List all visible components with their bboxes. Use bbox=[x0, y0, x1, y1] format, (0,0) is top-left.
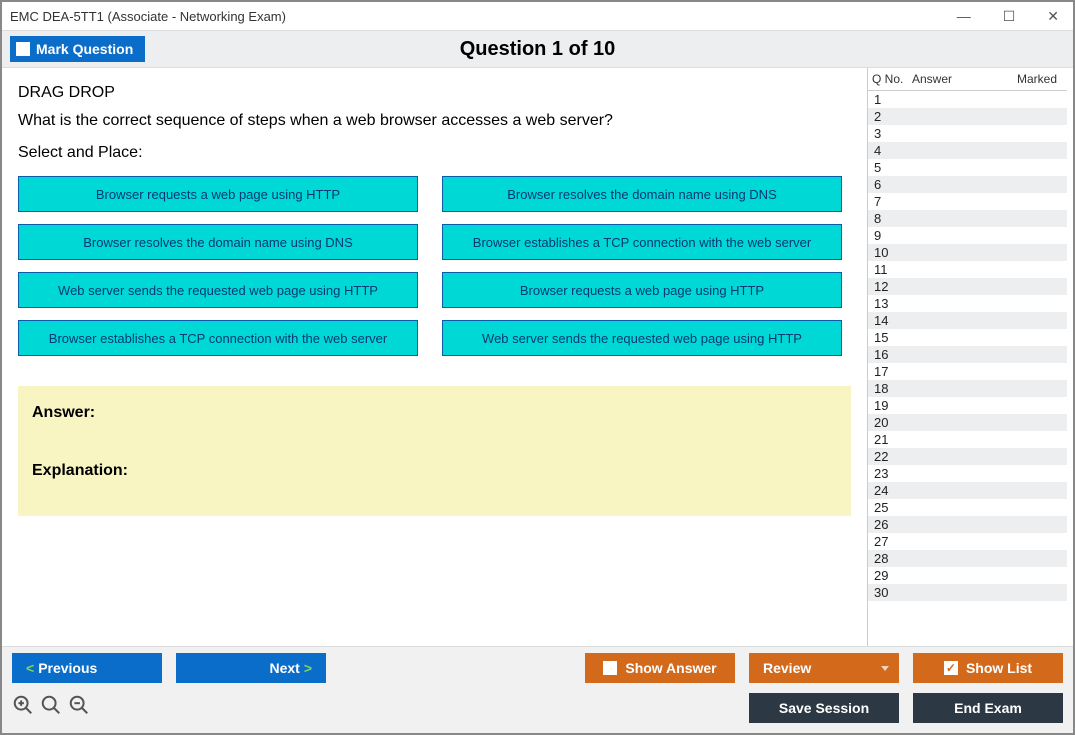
maximize-icon[interactable]: ☐ bbox=[997, 6, 1022, 27]
drag-target-column: Browser resolves the domain name using D… bbox=[442, 176, 842, 356]
question-type: DRAG DROP bbox=[18, 84, 851, 102]
question-list-row[interactable]: 17 bbox=[868, 363, 1067, 380]
checkbox-icon bbox=[16, 42, 30, 56]
drag-item[interactable]: Browser establishes a TCP connection wit… bbox=[18, 320, 418, 356]
drag-item[interactable]: Browser resolves the domain name using D… bbox=[18, 224, 418, 260]
drag-item[interactable]: Web server sends the requested web page … bbox=[18, 272, 418, 308]
col-answer: Answer bbox=[912, 72, 1011, 86]
top-bar: Mark Question Question 1 of 10 bbox=[2, 30, 1073, 68]
chevron-left-icon: < bbox=[26, 660, 34, 676]
show-answer-button[interactable]: Show Answer bbox=[585, 653, 735, 683]
question-list-row[interactable]: 15 bbox=[868, 329, 1067, 346]
question-pane: DRAG DROP What is the correct sequence o… bbox=[2, 68, 867, 646]
previous-label: Previous bbox=[38, 660, 97, 676]
question-list-row[interactable]: 20 bbox=[868, 414, 1067, 431]
question-list-row[interactable]: 11 bbox=[868, 261, 1067, 278]
question-list-row[interactable]: 16 bbox=[868, 346, 1067, 363]
show-list-button[interactable]: ✓ Show List bbox=[913, 653, 1063, 683]
zoom-in-icon[interactable] bbox=[12, 694, 34, 722]
question-list[interactable]: 1234567891011121314151617181920212223242… bbox=[868, 91, 1067, 646]
question-list-row[interactable]: 7 bbox=[868, 193, 1067, 210]
question-list-row[interactable]: 13 bbox=[868, 295, 1067, 312]
zoom-controls bbox=[12, 694, 90, 722]
question-prompt: What is the correct sequence of steps wh… bbox=[18, 112, 851, 130]
col-qno: Q No. bbox=[872, 72, 912, 86]
question-list-row[interactable]: 21 bbox=[868, 431, 1067, 448]
window-title: EMC DEA-5TT1 (Associate - Networking Exa… bbox=[10, 9, 286, 24]
mark-question-button[interactable]: Mark Question bbox=[10, 36, 145, 62]
question-list-row[interactable]: 27 bbox=[868, 533, 1067, 550]
next-label: Next bbox=[269, 660, 299, 676]
zoom-out-icon[interactable] bbox=[68, 694, 90, 722]
chevron-right-icon: > bbox=[304, 660, 312, 676]
question-list-row[interactable]: 4 bbox=[868, 142, 1067, 159]
save-session-label: Save Session bbox=[779, 700, 869, 716]
drag-item[interactable]: Browser establishes a TCP connection wit… bbox=[442, 224, 842, 260]
question-list-row[interactable]: 23 bbox=[868, 465, 1067, 482]
app-window: EMC DEA-5TT1 (Associate - Networking Exa… bbox=[0, 0, 1075, 735]
title-bar: EMC DEA-5TT1 (Associate - Networking Exa… bbox=[2, 2, 1073, 30]
question-instruction: Select and Place: bbox=[18, 144, 851, 162]
checkbox-icon bbox=[603, 661, 617, 675]
drag-item[interactable]: Browser requests a web page using HTTP bbox=[18, 176, 418, 212]
question-list-row[interactable]: 14 bbox=[868, 312, 1067, 329]
question-list-row[interactable]: 26 bbox=[868, 516, 1067, 533]
minimize-icon[interactable]: ― bbox=[951, 6, 977, 27]
previous-button[interactable]: < Previous bbox=[12, 653, 162, 683]
question-list-row[interactable]: 29 bbox=[868, 567, 1067, 584]
drag-item[interactable]: Browser requests a web page using HTTP bbox=[442, 272, 842, 308]
question-list-row[interactable]: 6 bbox=[868, 176, 1067, 193]
question-header: Question 1 of 10 bbox=[2, 38, 1073, 61]
show-list-label: Show List bbox=[966, 660, 1032, 676]
question-list-row[interactable]: 10 bbox=[868, 244, 1067, 261]
question-list-row[interactable]: 30 bbox=[868, 584, 1067, 601]
save-session-button[interactable]: Save Session bbox=[749, 693, 899, 723]
question-list-row[interactable]: 19 bbox=[868, 397, 1067, 414]
question-list-row[interactable]: 25 bbox=[868, 499, 1067, 516]
window-controls: ― ☐ ✕ bbox=[951, 6, 1065, 27]
end-exam-label: End Exam bbox=[954, 700, 1022, 716]
answer-label: Answer: bbox=[32, 404, 837, 422]
caret-down-icon bbox=[881, 666, 889, 671]
review-label: Review bbox=[763, 660, 811, 676]
footer-row-1: < Previous Next > Show Answer Review ✓ S… bbox=[12, 653, 1063, 683]
close-icon[interactable]: ✕ bbox=[1041, 6, 1065, 27]
drag-item[interactable]: Web server sends the requested web page … bbox=[442, 320, 842, 356]
main-area: DRAG DROP What is the correct sequence o… bbox=[2, 68, 1073, 646]
checked-icon: ✓ bbox=[944, 661, 958, 675]
zoom-reset-icon[interactable] bbox=[40, 694, 62, 722]
answer-box: Answer: Explanation: bbox=[18, 386, 851, 516]
footer-row-2: Save Session End Exam bbox=[12, 693, 1063, 723]
question-list-row[interactable]: 8 bbox=[868, 210, 1067, 227]
drag-source-column: Browser requests a web page using HTTP B… bbox=[18, 176, 418, 356]
question-list-row[interactable]: 28 bbox=[868, 550, 1067, 567]
review-button[interactable]: Review bbox=[749, 653, 899, 683]
question-list-row[interactable]: 1 bbox=[868, 91, 1067, 108]
footer: < Previous Next > Show Answer Review ✓ S… bbox=[2, 646, 1073, 733]
explanation-label: Explanation: bbox=[32, 462, 837, 480]
question-list-row[interactable]: 18 bbox=[868, 380, 1067, 397]
end-exam-button[interactable]: End Exam bbox=[913, 693, 1063, 723]
question-list-row[interactable]: 2 bbox=[868, 108, 1067, 125]
question-list-row[interactable]: 3 bbox=[868, 125, 1067, 142]
question-list-header: Q No. Answer Marked bbox=[868, 68, 1067, 91]
col-marked: Marked bbox=[1011, 72, 1063, 86]
question-list-row[interactable]: 5 bbox=[868, 159, 1067, 176]
question-list-pane: Q No. Answer Marked 12345678910111213141… bbox=[867, 68, 1067, 646]
show-answer-label: Show Answer bbox=[625, 660, 716, 676]
mark-question-label: Mark Question bbox=[36, 41, 133, 57]
drag-item[interactable]: Browser resolves the domain name using D… bbox=[442, 176, 842, 212]
question-list-row[interactable]: 24 bbox=[868, 482, 1067, 499]
question-list-row[interactable]: 12 bbox=[868, 278, 1067, 295]
question-list-row[interactable]: 9 bbox=[868, 227, 1067, 244]
next-button[interactable]: Next > bbox=[176, 653, 326, 683]
drag-drop-area: Browser requests a web page using HTTP B… bbox=[18, 176, 851, 356]
question-list-row[interactable]: 22 bbox=[868, 448, 1067, 465]
